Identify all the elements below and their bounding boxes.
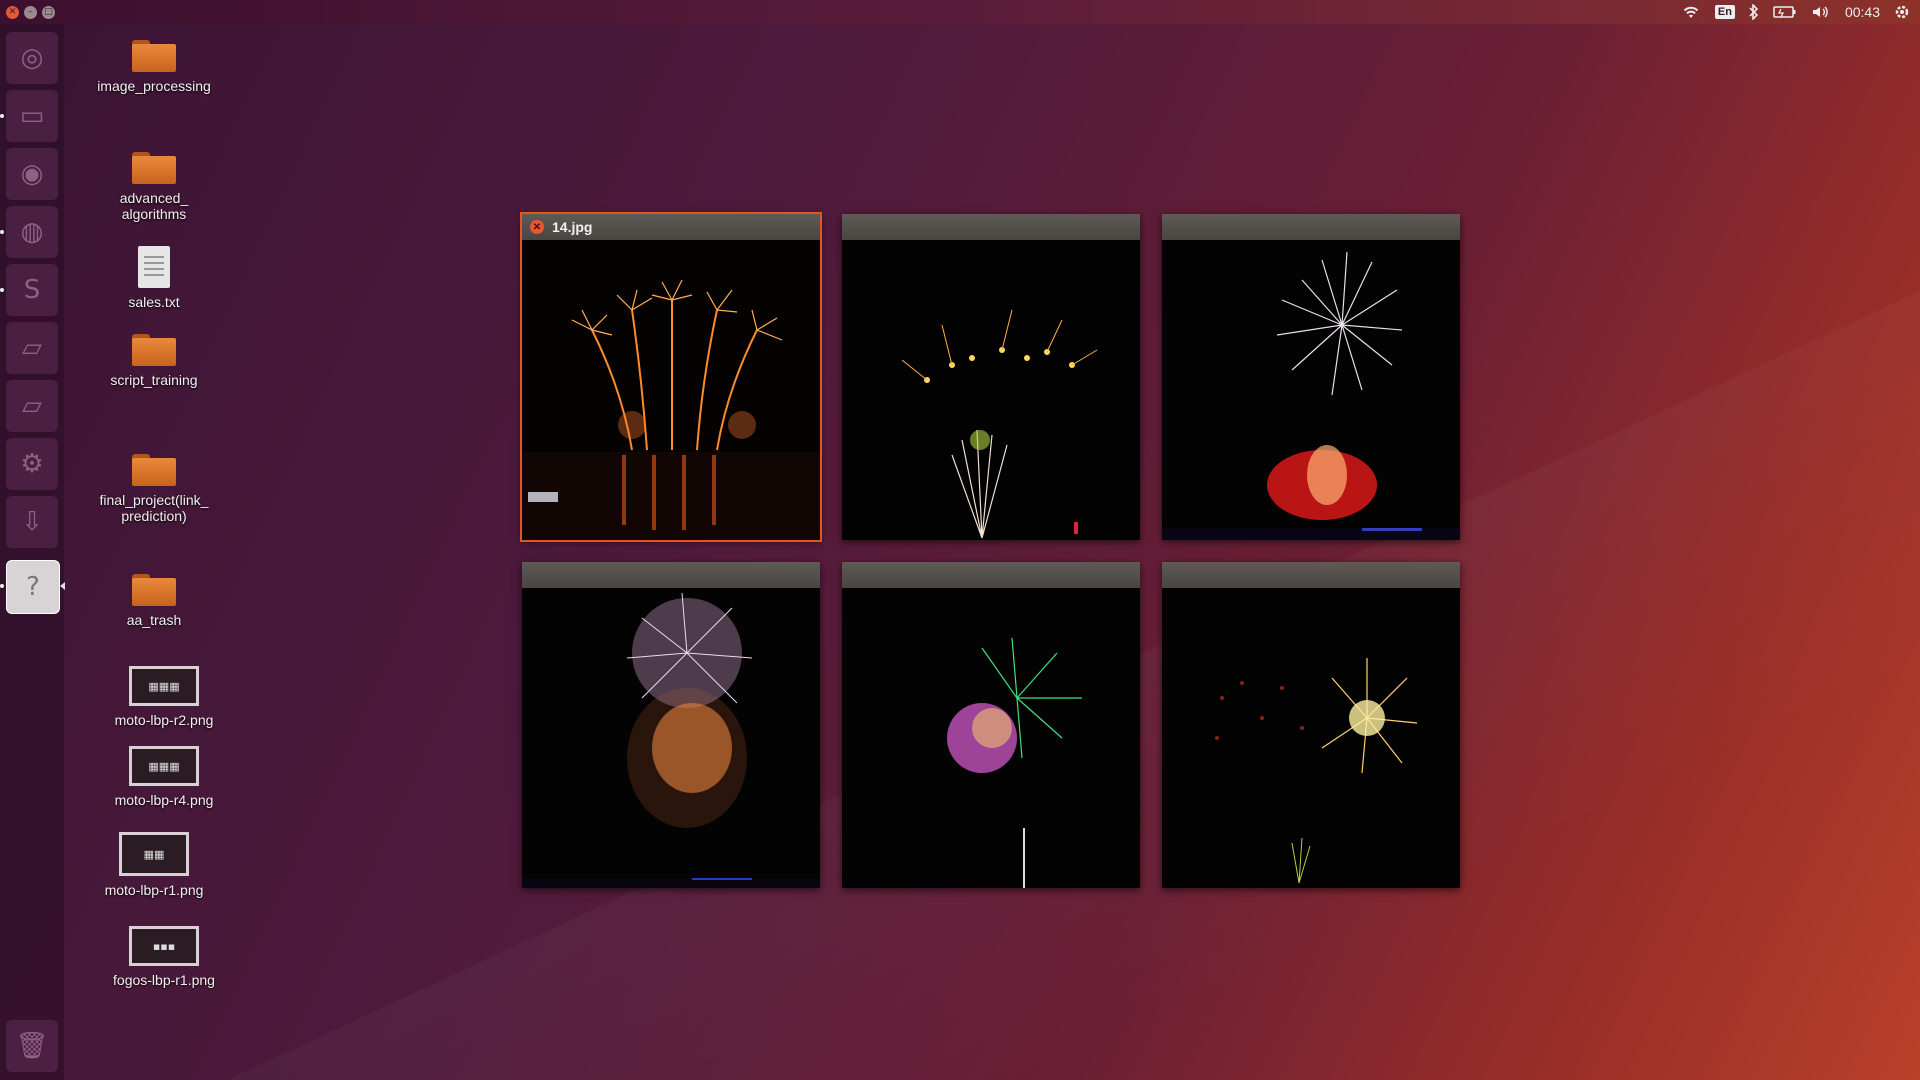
window-titlebar [1162, 214, 1460, 240]
folder-icon [132, 40, 176, 72]
minimize-window-button[interactable]: – [24, 5, 37, 19]
download-icon: ⇩ [21, 507, 43, 537]
folder-icon [132, 152, 176, 184]
desktop-icon-label: advanced_ algorithms [119, 190, 189, 222]
desktop-folder-advanced-algorithms[interactable]: advanced_ algorithms [84, 152, 224, 222]
trash-launcher-button[interactable]: 🗑 [6, 1020, 58, 1072]
text-file-icon [138, 246, 170, 288]
files-launcher-button[interactable]: ▭ [6, 90, 58, 142]
fireworks-image-6 [1162, 588, 1460, 888]
running-indicator [0, 584, 4, 588]
keyboard-layout-indicator[interactable]: En [1714, 5, 1735, 19]
close-icon[interactable]: ✕ [530, 220, 544, 234]
trash-icon: 🗑 [15, 1031, 49, 1061]
desktop-folder-aa-trash[interactable]: aa_trash [84, 574, 224, 628]
running-indicator [0, 114, 4, 118]
image-thumbnail-icon: ▦▦▦ [129, 746, 199, 786]
spread-window-4[interactable] [522, 562, 820, 888]
window-titlebar [1162, 562, 1460, 588]
fireworks-image-4 [522, 588, 820, 888]
downloads-launcher-button[interactable]: ⇩ [6, 496, 58, 548]
desktop-icon-label: final_project(link_ prediction) [99, 492, 209, 524]
focused-app-arrow [60, 582, 65, 590]
maximize-window-button[interactable]: □ [42, 5, 55, 19]
battery-icon[interactable] [1773, 5, 1797, 19]
desktop-icon-label: aa_trash [126, 612, 182, 628]
desktop-image-fogos-lbp-r1[interactable]: ▪▪▪ fogos-lbp-r1.png [94, 926, 234, 988]
spread-window-3[interactable] [1162, 214, 1460, 540]
firefox-icon: ◍ [20, 217, 44, 247]
desktop-icon-label: moto-lbp-r1.png [104, 882, 204, 898]
file-manager-icon: ▭ [19, 101, 45, 131]
volume-icon[interactable] [1811, 4, 1831, 20]
fireworks-image-3 [1162, 240, 1460, 540]
image-thumbnail-icon: ▦▦▦ [129, 666, 199, 706]
image-thumbnail-icon: ▪▪▪ [129, 926, 199, 966]
help-launcher-button[interactable]: ? [6, 560, 60, 614]
gear-icon: ⚙ [20, 449, 44, 479]
image-thumbnail-icon: ▦▦ [119, 832, 189, 876]
bluetooth-icon[interactable] [1749, 4, 1759, 20]
window-titlebar [842, 214, 1140, 240]
desktop-image-moto-lbp-r4[interactable]: ▦▦▦ moto-lbp-r4.png [94, 746, 234, 808]
desktop-icon-label: sales.txt [128, 294, 180, 310]
desktop-icon-label: moto-lbp-r4.png [114, 792, 214, 808]
desktop-icon-label: image_processing [97, 78, 211, 94]
close-window-button[interactable]: ✕ [6, 5, 19, 19]
drive-icon: ▱ [22, 333, 42, 363]
window-title: 14.jpg [552, 219, 593, 235]
folder-icon [132, 334, 176, 366]
wifi-icon[interactable] [1681, 4, 1701, 20]
folder-icon [132, 574, 176, 606]
sublime-launcher-button[interactable]: S [6, 264, 58, 316]
window-controls: ✕ – □ [6, 5, 55, 19]
desktop-file-sales-txt[interactable]: sales.txt [84, 246, 224, 310]
running-indicator [0, 288, 4, 292]
ubuntu-logo-icon: ◎ [20, 43, 44, 73]
firefox-launcher-button[interactable]: ◍ [6, 206, 58, 258]
fireworks-image-1 [522, 240, 820, 540]
chromium-icon: ◉ [20, 159, 44, 189]
desktop-folder-final-project[interactable]: final_project(link_ prediction) [84, 454, 224, 524]
desktop-image-moto-lbp-r1[interactable]: ▦▦ moto-lbp-r1.png [84, 832, 224, 898]
drive-launcher-button[interactable]: ▱ [6, 322, 58, 374]
fireworks-image-5 [842, 588, 1140, 888]
drive-icon: ▱ [22, 391, 42, 421]
launcher: ◎ ▭ ◉ ◍ S ▱ ▱ ⚙ ⇩ ? 🗑 [0, 24, 65, 1080]
spread-window-14-jpg[interactable]: ✕ 14.jpg [520, 212, 822, 542]
indicator-area: En 00:43 [1681, 0, 1910, 24]
desktop-icon-label: fogos-lbp-r1.png [113, 972, 215, 988]
folder-icon [132, 454, 176, 486]
desktop-icon-label: moto-lbp-r2.png [114, 712, 214, 728]
spread-window-5[interactable] [842, 562, 1140, 888]
sublime-text-icon: S [23, 275, 41, 305]
spread-window-2[interactable] [842, 214, 1140, 540]
top-panel: ✕ – □ En 00:43 [0, 0, 1920, 24]
window-titlebar [522, 562, 820, 588]
clock[interactable]: 00:43 [1845, 4, 1880, 20]
desktop-folder-script-training[interactable]: script_training [84, 334, 224, 388]
chromium-launcher-button[interactable]: ◉ [6, 148, 58, 200]
session-gear-icon[interactable] [1894, 4, 1910, 20]
desktop-folder-image-processing[interactable]: image_processing [84, 40, 224, 94]
question-mark-icon: ? [26, 572, 40, 602]
window-titlebar [842, 562, 1140, 588]
spread-window-6[interactable] [1162, 562, 1460, 888]
fireworks-image-2 [842, 240, 1140, 540]
drive-launcher-button-2[interactable]: ▱ [6, 380, 58, 432]
desktop-image-moto-lbp-r2[interactable]: ▦▦▦ moto-lbp-r2.png [94, 666, 234, 728]
desktop-icon-label: script_training [110, 372, 198, 388]
window-titlebar: ✕ 14.jpg [522, 214, 820, 240]
settings-launcher-button[interactable]: ⚙ [6, 438, 58, 490]
running-indicator [0, 230, 4, 234]
dash-home-button[interactable]: ◎ [6, 32, 58, 84]
